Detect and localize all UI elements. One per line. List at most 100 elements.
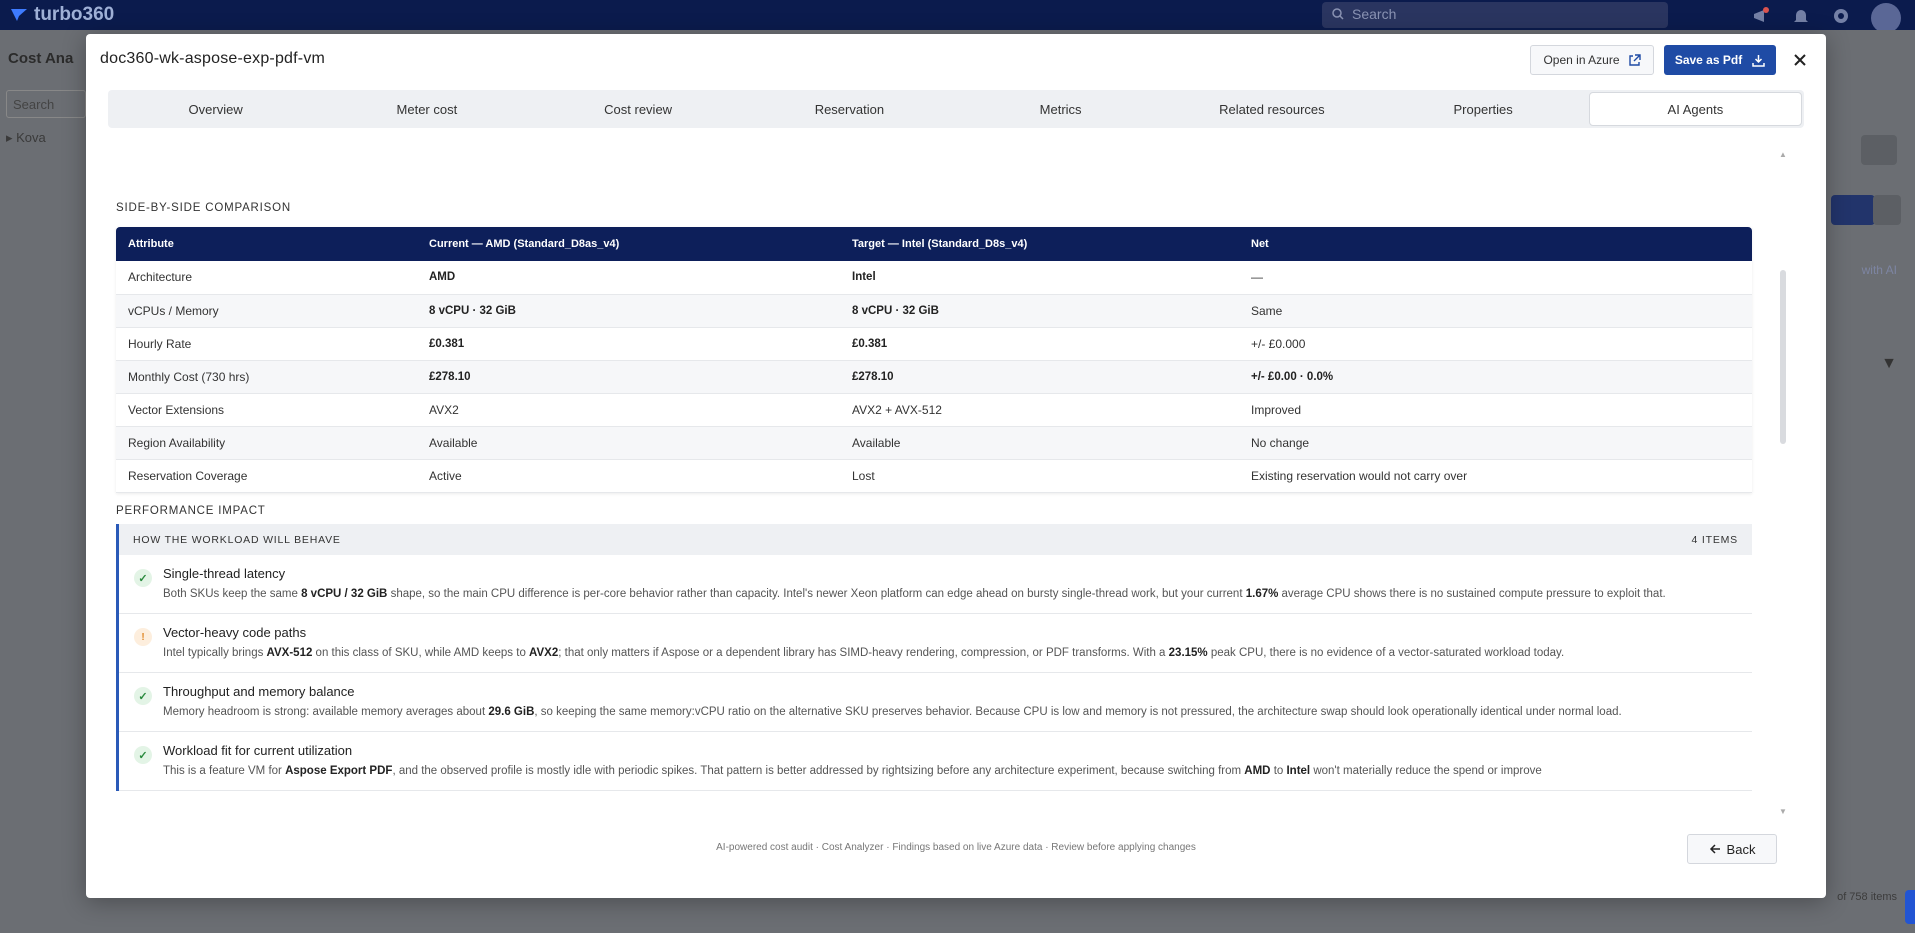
body-text: , and the observed profile is mostly idl…: [392, 765, 1245, 777]
cell-net: +/- £0.000: [1239, 327, 1752, 361]
cell-net: Improved: [1239, 393, 1752, 427]
impact-item-title: Single-thread latency: [163, 566, 286, 581]
open-in-azure-button[interactable]: Open in Azure: [1530, 45, 1654, 75]
cell-net: No change: [1239, 426, 1752, 460]
tab-cost-review[interactable]: Cost review: [533, 92, 744, 126]
gear-icon[interactable]: [1831, 6, 1855, 30]
cell-current: 8 vCPU · 32 GiB: [417, 294, 840, 328]
app-name: turbo360: [34, 4, 115, 25]
global-search-placeholder: Search: [1352, 6, 1397, 22]
megaphone-icon[interactable]: [1751, 6, 1775, 30]
body-text: won't materially reduce the spend or imp…: [1310, 765, 1542, 777]
impact-item-title: Workload fit for current utilization: [163, 743, 353, 758]
table-row: Monthly Cost (730 hrs) £278.10 £278.10 +/- …: [116, 360, 1752, 394]
table-row: vCPUs / Memory 8 vCPU · 32 GiB 8 vCPU · 32…: [116, 294, 1752, 328]
cell-current: Available: [417, 426, 840, 460]
body-text: ; that only matters if Aspose or a depen…: [558, 647, 1169, 659]
tab-related-resources[interactable]: Related resources: [1166, 92, 1377, 126]
table-row: Architecture AMD Intel —: [116, 261, 1752, 295]
highlight-value: AVX-512: [266, 647, 313, 659]
highlight-value: AMD: [1244, 765, 1271, 777]
impact-item-count: 4 ITEMS: [1691, 533, 1738, 546]
table-row: Hourly Rate £0.381 £0.381 +/- £0.000: [116, 327, 1752, 361]
highlight-value: Intel: [1286, 765, 1311, 777]
cell-target: Lost: [840, 459, 1239, 493]
cell-net: Existing reservation would not carry ove…: [1239, 459, 1752, 493]
scroll-thumb[interactable]: [1780, 270, 1786, 444]
save-as-pdf-label: Save as Pdf: [1674, 53, 1743, 67]
highlight-value: 1.67%: [1245, 588, 1279, 600]
check-icon: ✓: [134, 569, 152, 587]
check-icon: ✓: [134, 687, 152, 705]
scroll-up-icon[interactable]: ▲: [1779, 150, 1787, 159]
tab-metrics[interactable]: Metrics: [955, 92, 1166, 126]
impact-item-body: This is a feature VM for Aspose Export P…: [163, 762, 1732, 780]
tab-properties[interactable]: Properties: [1378, 92, 1589, 126]
warning-icon: !: [134, 628, 152, 646]
footer-note: AI-powered cost audit · Cost Analyzer · …: [716, 842, 1196, 853]
body-text: shape, so the main CPU difference is per…: [387, 588, 1246, 600]
open-in-azure-label: Open in Azure: [1543, 53, 1620, 67]
download-icon: [1752, 54, 1765, 67]
cell-target: Available: [840, 426, 1239, 460]
tab-ai-agents[interactable]: AI Agents: [1588, 92, 1802, 126]
cell-current: £278.10: [417, 360, 840, 394]
back-button[interactable]: Back: [1687, 834, 1777, 864]
avatar[interactable]: [1871, 3, 1901, 33]
comparison-table: Attribute Current — AMD (Standard_D8as_v…: [116, 227, 1752, 493]
cell-net: +/- £0.00 · 0.0%: [1239, 360, 1752, 394]
cell-current: £0.381: [417, 327, 840, 361]
impact-item-body: Both SKUs keep the same 8 vCPU / 32 GiB …: [163, 585, 1732, 603]
bell-icon[interactable]: [1791, 6, 1815, 30]
tab-reservation[interactable]: Reservation: [744, 92, 955, 126]
external-link-icon: [1628, 53, 1641, 66]
highlight-value: Aspose Export PDF: [285, 765, 393, 777]
cell-attribute: Vector Extensions: [116, 393, 417, 427]
cell-attribute: Region Availability: [116, 426, 417, 460]
tab-bar: Overview Meter cost Cost review Reservat…: [108, 90, 1804, 128]
cell-target: £0.381: [840, 327, 1239, 361]
side-tab: [1905, 890, 1915, 924]
arrow-left-icon: [1709, 844, 1720, 854]
back-label: Back: [1726, 841, 1756, 857]
table-row: Vector Extensions AVX2 AVX2 + AVX-512 Impro…: [116, 393, 1752, 427]
bg-tree-item: ▸ Kova: [6, 130, 46, 145]
logo-icon: [11, 9, 27, 21]
impact-item-body: Intel typically brings AVX-512 on this c…: [163, 644, 1732, 662]
highlight-value: AVX2: [529, 647, 559, 659]
body-text: to: [1270, 765, 1287, 777]
impact-item: ✓ Single-thread latency Both SKUs keep the…: [119, 555, 1752, 614]
app-logo[interactable]: turbo360: [10, 4, 114, 26]
bg-tree-label: Kova: [16, 130, 46, 145]
cell-net: —: [1239, 261, 1752, 295]
top-icons: [1751, 3, 1901, 33]
cell-attribute: Reservation Coverage: [116, 459, 417, 493]
close-button[interactable]: [1789, 49, 1811, 71]
scroll-down-icon[interactable]: ▼: [1779, 807, 1787, 816]
body-text: , so keeping the same memory:vCPU ratio …: [534, 706, 1622, 718]
cell-net: Same: [1239, 294, 1752, 328]
bg-ai-label: with AI: [1861, 263, 1897, 277]
global-search[interactable]: Search: [1322, 2, 1668, 28]
tab-meter-cost[interactable]: Meter cost: [321, 92, 532, 126]
impact-item: ✓ Throughput and memory balance Memory hea…: [119, 673, 1752, 732]
cell-current: AMD: [417, 261, 840, 295]
comparison-heading: SIDE-BY-SIDE COMPARISON: [116, 202, 291, 214]
column-header: Net: [1239, 227, 1752, 261]
impact-box-header: HOW THE WORKLOAD WILL BEHAVE 4 ITEMS: [119, 524, 1752, 555]
impact-item: ! Vector-heavy code paths Intel typically …: [119, 614, 1752, 673]
column-header: Attribute: [116, 227, 417, 261]
filter-icon: ▼: [1881, 355, 1897, 372]
table-row: Region Availability Available Available No …: [116, 426, 1752, 460]
modal-title: doc360-wk-aspose-exp-pdf-vm: [100, 50, 326, 67]
save-as-pdf-button[interactable]: Save as Pdf: [1664, 45, 1776, 75]
body-text: Both SKUs keep the same: [163, 588, 302, 600]
impact-item: ✓ Workload fit for current utilization Thi…: [119, 732, 1752, 791]
cell-attribute: Hourly Rate: [116, 327, 417, 361]
impact-item-body: Memory headroom is strong: available mem…: [163, 703, 1732, 721]
tab-overview[interactable]: Overview: [110, 92, 321, 126]
content-scrollbar[interactable]: ▲ ▼: [1778, 150, 1788, 816]
cell-target: AVX2 + AVX-512: [840, 393, 1239, 427]
bg-primary-button: [1831, 195, 1875, 225]
close-icon: [1794, 54, 1806, 66]
